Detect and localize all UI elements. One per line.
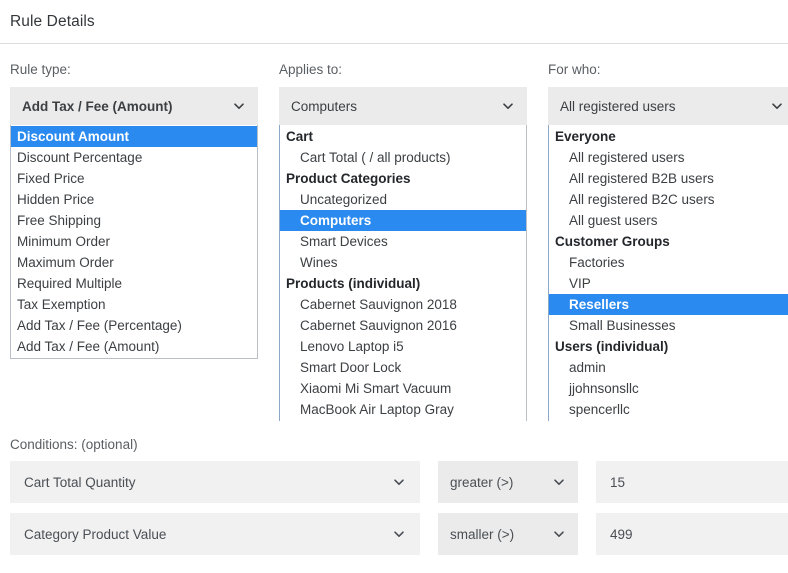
rule-selectors-area: Rule type: Add Tax / Fee (Amount) Discou…: [0, 44, 788, 434]
select-applies-to-value: Computers: [291, 99, 357, 114]
chevron-down-icon: [392, 527, 406, 541]
option-group-header: Everyone: [549, 126, 788, 147]
option-item[interactable]: Cabernet Sauvignon 2016: [280, 315, 526, 336]
option-item[interactable]: Discount Amount: [11, 126, 257, 147]
select-for-who[interactable]: All registered users: [548, 87, 788, 125]
chevron-down-icon: [552, 527, 566, 541]
column-for-who: For who: All registered users Everyone A…: [548, 62, 788, 434]
option-item[interactable]: Smart Door Lock: [280, 357, 526, 378]
label-applies-to: Applies to:: [279, 62, 527, 77]
option-item[interactable]: Fixed Price: [11, 168, 257, 189]
chevron-down-icon: [770, 99, 784, 113]
panel-header: Rule Details: [0, 0, 788, 44]
condition-row: Category Product Value smaller (>): [10, 513, 788, 555]
condition-field-value-2: Category Product Value: [24, 527, 166, 542]
select-rule-type[interactable]: Add Tax / Fee (Amount): [10, 87, 258, 125]
option-item[interactable]: All registered users: [549, 147, 788, 168]
column-applies-to: Applies to: Computers Cart Cart Total ( …: [279, 62, 527, 434]
option-item[interactable]: Lenovo Laptop i5: [280, 336, 526, 357]
option-item[interactable]: Wines: [280, 252, 526, 273]
option-item[interactable]: spencerllc: [549, 399, 788, 420]
option-item[interactable]: Cart Total ( / all products): [280, 147, 526, 168]
condition-field-value-1: Cart Total Quantity: [24, 475, 136, 490]
option-item[interactable]: Discount Percentage: [11, 147, 257, 168]
option-item[interactable]: Add Tax / Fee (Percentage): [11, 315, 257, 336]
chevron-down-icon: [392, 475, 406, 489]
chevron-down-icon: [552, 475, 566, 489]
condition-field-select-2[interactable]: Category Product Value: [10, 513, 420, 555]
option-item[interactable]: Required Multiple: [11, 273, 257, 294]
option-item[interactable]: Xiaomi Mi Smart Vacuum: [280, 378, 526, 399]
condition-value-input-1[interactable]: [596, 461, 788, 503]
condition-value-input-2[interactable]: [596, 513, 788, 555]
option-item[interactable]: Free Shipping: [11, 210, 257, 231]
condition-operator-select-1[interactable]: greater (>): [438, 461, 578, 503]
option-item[interactable]: Add Tax / Fee (Amount): [11, 336, 257, 357]
chevron-down-icon: [232, 99, 246, 113]
condition-field-select-1[interactable]: Cart Total Quantity: [10, 461, 420, 503]
option-group-header: Products (individual): [280, 273, 526, 294]
option-item[interactable]: admin: [549, 357, 788, 378]
option-item[interactable]: Cabernet Sauvignon 2018: [280, 294, 526, 315]
condition-operator-value-2: smaller (>): [450, 527, 514, 542]
option-group-header: Customer Groups: [549, 231, 788, 252]
column-rule-type: Rule type: Add Tax / Fee (Amount) Discou…: [10, 62, 258, 434]
option-group-header: Cart: [280, 126, 526, 147]
label-for-who: For who:: [548, 62, 788, 77]
select-for-who-value: All registered users: [560, 99, 676, 114]
option-list-rule-type[interactable]: Discount Amount Discount Percentage Fixe…: [10, 125, 258, 359]
condition-operator-value-1: greater (>): [450, 475, 513, 490]
option-item[interactable]: Resellers: [549, 294, 788, 315]
option-group-header: Product Categories: [280, 168, 526, 189]
option-group-header: Users (individual): [549, 336, 788, 357]
label-rule-type: Rule type:: [10, 62, 258, 77]
option-item[interactable]: Tax Exemption: [11, 294, 257, 315]
option-item[interactable]: Small Businesses: [549, 315, 788, 336]
option-list-for-who[interactable]: Everyone All registered users All regist…: [548, 125, 788, 421]
option-item[interactable]: Smart Devices: [280, 231, 526, 252]
option-item[interactable]: Minimum Order: [11, 231, 257, 252]
condition-operator-select-2[interactable]: smaller (>): [438, 513, 578, 555]
select-rule-type-value: Add Tax / Fee (Amount): [22, 99, 173, 114]
conditions-section: Conditions: (optional) Cart Total Quanti…: [0, 437, 788, 565]
option-item[interactable]: Uncategorized: [280, 189, 526, 210]
option-item[interactable]: MacBook Air Laptop Gray: [280, 399, 526, 420]
option-item[interactable]: Computers: [280, 210, 526, 231]
option-item[interactable]: Hidden Price: [11, 189, 257, 210]
condition-row: Cart Total Quantity greater (>): [10, 461, 788, 503]
chevron-down-icon: [501, 99, 515, 113]
option-item[interactable]: VIP: [549, 273, 788, 294]
option-item[interactable]: Factories: [549, 252, 788, 273]
option-item[interactable]: All registered B2C users: [549, 189, 788, 210]
option-list-applies-to[interactable]: Cart Cart Total ( / all products) Produc…: [279, 125, 527, 421]
option-item[interactable]: jjohnsonsllc: [549, 378, 788, 399]
select-applies-to[interactable]: Computers: [279, 87, 527, 125]
page-title: Rule Details: [10, 13, 95, 31]
option-list-applies-to-clip: Cart Cart Total ( / all products) Produc…: [279, 125, 527, 421]
option-item[interactable]: All guest users: [549, 210, 788, 231]
option-item[interactable]: All registered B2B users: [549, 168, 788, 189]
option-list-for-who-clip: Everyone All registered users All regist…: [548, 125, 788, 421]
option-item[interactable]: Maximum Order: [11, 252, 257, 273]
conditions-label: Conditions: (optional): [10, 437, 788, 452]
